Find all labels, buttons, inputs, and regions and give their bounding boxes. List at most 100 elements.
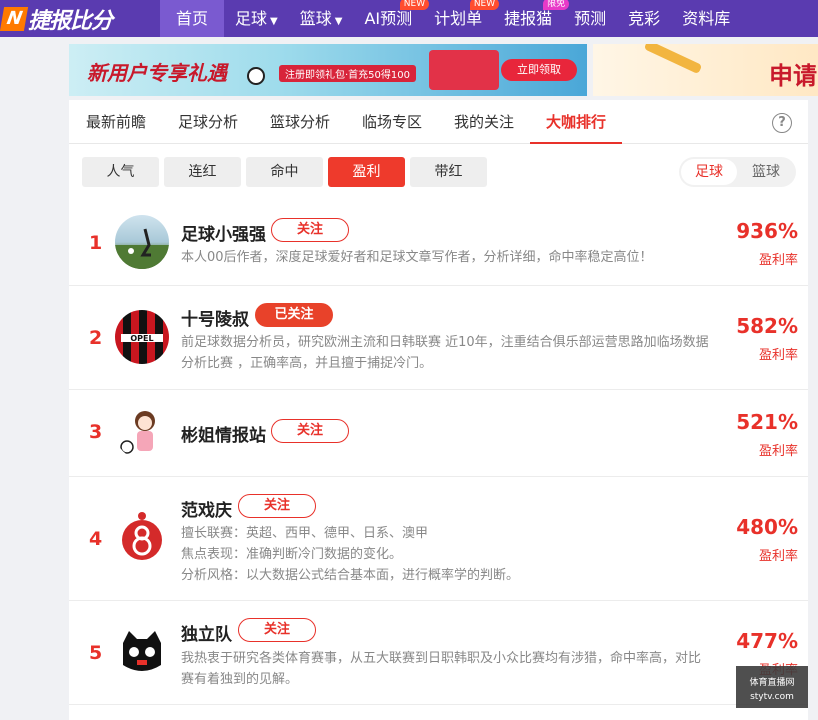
watermark-line1: 体育直播网: [749, 678, 795, 688]
followed-button[interactable]: 已关注: [255, 303, 333, 327]
expert-description: 前足球数据分析员，研究欧洲主流和日韩联赛 近10年，注重结合俱乐部运营思路加临场…: [181, 335, 709, 371]
profit-rate: 936%: [736, 219, 798, 243]
sport-basketball[interactable]: 篮球: [738, 159, 794, 185]
black-cat-avatar-image: [123, 631, 161, 671]
profit-rate-label: 盈利率: [758, 549, 798, 564]
expert-focus-line: 焦点表现：准确判断冷门数据的变化。: [181, 547, 403, 562]
help-icon[interactable]: ?: [772, 113, 792, 133]
nav-item-database[interactable]: 资料库: [671, 0, 741, 37]
football-icon: [247, 67, 265, 85]
banner-apply-text: 申请: [769, 62, 817, 90]
nav-label: 资料库: [682, 9, 731, 28]
svg-text:OPEL: OPEL: [130, 334, 153, 343]
nav-label: 篮球: [299, 9, 332, 28]
rank-number: 1: [89, 232, 103, 254]
sport-toggle: 足球 篮球: [679, 157, 796, 187]
tab-bar: 最新前瞻 足球分析 篮球分析 临场专区 我的关注 大咖排行 ?: [69, 100, 808, 144]
nav-label: 捷报猫: [504, 9, 553, 28]
filter-bring-red[interactable]: 带红: [410, 157, 487, 187]
follow-button[interactable]: 关注: [238, 494, 316, 518]
nav-item-lottery[interactable]: 竞彩: [617, 0, 671, 37]
watermark-line2: stytv.com: [750, 692, 794, 702]
filter-hit-rate[interactable]: 命中: [246, 157, 323, 187]
sport-football[interactable]: 足球: [681, 159, 737, 185]
profit-rate-label: 盈利率: [758, 348, 798, 363]
rank-number: 4: [89, 528, 103, 550]
nav-label: 竞彩: [628, 9, 661, 28]
stadium-avatar-image: [115, 228, 169, 269]
nav-label: 足球: [235, 9, 268, 28]
nav-item-jiebao-cat[interactable]: 捷报猫 限免: [493, 0, 570, 37]
banner-subtitle: 注册即领礼包·首充50得100: [279, 65, 416, 82]
tab-football-analysis[interactable]: 足球分析: [178, 100, 238, 144]
ranking-row[interactable]: 5 独立队 关注 我热衷于研究各类体育赛事，从五大联赛到日职韩职及小众比赛均有涉…: [69, 601, 808, 705]
nav-item-ai-prediction[interactable]: AI预测 NEW: [353, 0, 430, 37]
number-eight-avatar-image: [122, 512, 162, 560]
rank-number: 2: [89, 327, 103, 349]
avatar[interactable]: [115, 405, 169, 459]
caret-down-icon: ▼: [334, 16, 343, 27]
ranking-row[interactable]: 3 彬姐情报站 关注 521% 盈利率: [69, 390, 808, 477]
nav-item-plan[interactable]: 计划单 NEW: [423, 0, 500, 37]
expert-name[interactable]: 范戏庆: [181, 496, 232, 521]
expert-description: 我热衷于研究各类体育赛事，从五大联赛到日职韩职及小众比赛均有涉猎，命中率高，对比…: [181, 651, 702, 687]
profit-rate: 582%: [736, 314, 798, 338]
profit-rate: 521%: [736, 410, 798, 434]
tab-latest-preview[interactable]: 最新前瞻: [86, 100, 146, 144]
nav-item-basketball[interactable]: 篮球 ▼: [289, 0, 354, 37]
expert-style-line: 分析风格：以大数据公式结合基本面，进行概率学的判断。: [181, 568, 520, 583]
profit-rate-label: 盈利率: [758, 444, 798, 459]
avatar[interactable]: [115, 625, 169, 679]
gift-box-icon: [429, 50, 499, 90]
filter-popularity[interactable]: 人气: [82, 157, 159, 187]
nav-label: 计划单: [434, 9, 483, 28]
tab-my-follows[interactable]: 我的关注: [454, 100, 514, 144]
top-nav: N 捷报比分 首页 足球 ▼ 篮球 ▼ AI预测 NEW 计划单 NEW 捷报猫 限免 预…: [0, 0, 818, 37]
rank-number: 5: [89, 642, 103, 664]
caret-down-icon: ▼: [270, 16, 278, 27]
tab-basketball-analysis[interactable]: 篮球分析: [270, 100, 330, 144]
cartoon-girl-avatar-image: [120, 411, 155, 454]
filter-profit[interactable]: 盈利: [328, 157, 405, 187]
claim-button[interactable]: 立即领取: [501, 59, 577, 81]
banner-title: 新用户专享礼遇: [87, 61, 227, 85]
expert-name[interactable]: 十号陵叔: [181, 305, 249, 330]
site-logo[interactable]: N 捷报比分: [0, 0, 160, 37]
nav-label: 预测: [574, 9, 607, 28]
expert-description: 本人00后作者，深度足球爱好者和足球文章写作者，分析详细，命中率稳定高位！: [181, 250, 653, 265]
profit-rate-label: 盈利率: [758, 253, 798, 268]
follow-button[interactable]: 关注: [271, 419, 349, 443]
nav-item-home[interactable]: 首页: [160, 0, 225, 37]
jersey-avatar-image: OPEL: [121, 334, 163, 343]
logo-icon: N: [0, 6, 29, 31]
expert-name[interactable]: 彬姐情报站: [181, 421, 266, 446]
profit-rate: 477%: [736, 629, 798, 653]
follow-button[interactable]: 关注: [271, 218, 349, 242]
nav-item-forecast[interactable]: 预测: [563, 0, 617, 37]
avatar[interactable]: [115, 510, 169, 564]
filter-winning-streak[interactable]: 连红: [164, 157, 241, 187]
avatar[interactable]: [115, 215, 169, 269]
apply-banner[interactable]: 申请: [593, 44, 818, 96]
nav-label: 首页: [176, 9, 209, 28]
expert-name[interactable]: 足球小强强: [181, 220, 266, 245]
banner-row: 新用户专享礼遇 注册即领礼包·首充50得100 立即领取 申请: [69, 44, 818, 96]
tab-live-zone[interactable]: 临场专区: [362, 100, 422, 144]
pen-icon: [643, 44, 703, 75]
nav-item-football[interactable]: 足球 ▼: [224, 0, 289, 37]
logo-text: 捷报比分: [28, 8, 113, 34]
watermark: 体育直播网 stytv.com: [736, 666, 808, 708]
expert-league-line: 擅长联赛：英超、西甲、德甲、日系、澳甲: [181, 526, 429, 541]
follow-button[interactable]: 关注: [238, 618, 316, 642]
rank-number: 3: [89, 421, 103, 443]
ranking-panel: 最新前瞻 足球分析 篮球分析 临场专区 我的关注 大咖排行 ? 人气 连红 命中…: [69, 100, 808, 720]
profit-rate: 480%: [736, 515, 798, 539]
new-user-banner[interactable]: 新用户专享礼遇 注册即领礼包·首充50得100 立即领取: [69, 44, 587, 96]
ranking-row[interactable]: 2 OPEL 十号陵叔 已关注 前足球数据分析员，研究欧洲主流和日韩联赛 近10…: [69, 286, 808, 390]
ranking-row[interactable]: 1 足球小强强 关注 本人00后作者，深度足球爱好者和足球文章写作者，分析详细，…: [69, 201, 808, 286]
tab-expert-ranking[interactable]: 大咖排行: [530, 100, 622, 144]
nav-label: AI预测: [364, 9, 413, 28]
avatar[interactable]: OPEL: [115, 310, 169, 364]
ranking-row[interactable]: 4 范戏庆 关注 擅长联赛：英超、西甲、德甲、日系、澳甲 焦点表现：准确判断冷门…: [69, 477, 808, 601]
expert-name[interactable]: 独立队: [181, 620, 232, 645]
